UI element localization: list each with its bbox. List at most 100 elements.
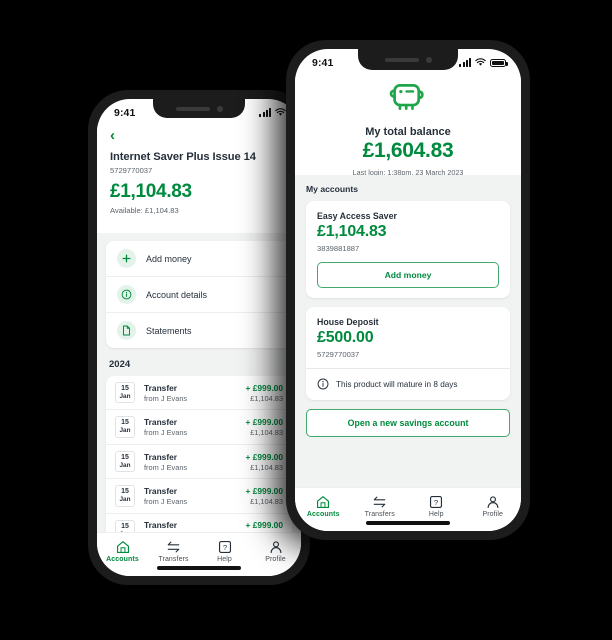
transaction-amounts: + £999.00 £1,104.83 xyxy=(246,417,284,437)
transaction-amount: + £999.00 xyxy=(245,485,284,496)
home-icon xyxy=(116,540,129,553)
total-balance-hero: My total balance £1,604.83 Last login: 1… xyxy=(295,76,521,191)
transaction-amounts: + £999.00 £1,104.83 xyxy=(246,486,284,506)
transaction-month: Jan xyxy=(119,427,131,435)
nav-label: Accounts xyxy=(106,555,139,563)
account-card-house-deposit[interactable]: House Deposit £500.00 5729770037 This pr… xyxy=(306,307,510,400)
transaction-info: Transfer from J Evans xyxy=(135,417,246,437)
chevron-left-icon[interactable]: ‹ xyxy=(110,128,288,143)
status-time: 9:41 xyxy=(312,56,334,69)
add-money-button[interactable]: Add money xyxy=(317,262,499,288)
table-row[interactable]: 15 Jan Transfer from J Evans + £999.00 £… xyxy=(106,376,292,409)
profile-icon xyxy=(270,540,281,553)
back-account-header: ‹ Internet Saver Plus Issue 14 572977003… xyxy=(97,126,301,224)
table-row[interactable]: 15 Jan Transfer from J Evans + £999.00 £… xyxy=(106,512,292,532)
account-actions-list: Add money Account details Statements xyxy=(106,241,292,348)
transaction-day: 15 xyxy=(121,453,129,461)
earpiece-speaker xyxy=(175,106,210,111)
nav-item-profile[interactable]: Profile xyxy=(465,488,522,521)
account-number: 5729770037 xyxy=(110,166,153,175)
action-statements[interactable]: Statements xyxy=(106,312,292,348)
nav-item-transfers[interactable]: Transfers xyxy=(352,488,409,521)
signal-bars-icon xyxy=(259,108,271,117)
transaction-title: Transfer xyxy=(144,520,178,531)
transaction-amount: + £999.00 xyxy=(245,451,284,462)
account-title: Internet Saver Plus Issue 14 xyxy=(110,151,256,163)
table-row[interactable]: 15 Jan Transfer from J Evans + £999.00 £… xyxy=(106,409,292,443)
transaction-subtitle: from J Evans xyxy=(144,428,188,438)
account-balance: £1,104.83 xyxy=(317,223,387,240)
transaction-info: Transfer from J Evans xyxy=(135,383,246,403)
nav-item-profile[interactable]: Profile xyxy=(250,533,301,566)
profile-icon xyxy=(487,495,499,508)
nav-item-help[interactable]: ? Help xyxy=(408,488,465,521)
table-row[interactable]: 15 Jan Transfer from J Evans + £999.00 £… xyxy=(106,443,292,478)
help-icon: ? xyxy=(218,540,231,553)
action-label: Statements xyxy=(146,325,192,336)
nav-label: Help xyxy=(217,555,232,563)
home-indicator xyxy=(157,566,241,570)
transaction-month: Jan xyxy=(119,461,131,469)
action-account-details[interactable]: Account details xyxy=(106,276,292,312)
screenshot-stage: 9:41 ‹ Internet Saver Plus Issue 14 5729… xyxy=(0,0,612,640)
account-balance: £1,104.83 xyxy=(110,181,192,202)
transaction-info: Transfer from J Evans xyxy=(135,486,246,506)
transaction-date: 15 Jan xyxy=(115,416,135,438)
transaction-amounts: + £999.00 £1,104.83 xyxy=(246,383,284,403)
action-add-money[interactable]: Add money xyxy=(106,241,292,276)
signal-bars-icon xyxy=(459,58,471,67)
transactions-list: 15 Jan Transfer from J Evans + £999.00 £… xyxy=(106,376,292,532)
maturity-notice: This product will mature in 8 days xyxy=(306,368,510,390)
account-balance: £500.00 xyxy=(317,329,374,346)
nav-item-accounts[interactable]: Accounts xyxy=(97,533,148,566)
transaction-title: Transfer xyxy=(144,417,178,428)
nav-item-accounts[interactable]: Accounts xyxy=(295,488,352,521)
status-icons xyxy=(459,58,508,67)
account-number: 5729770037 xyxy=(317,350,360,359)
table-row[interactable]: 15 Jan Transfer from J Evans + £999.00 £… xyxy=(106,478,292,512)
nav-label: Profile xyxy=(265,555,286,563)
transaction-date: 15 Jan xyxy=(115,450,135,473)
front-phone-screen: 9:41 My total balance £1,604.83 Last log… xyxy=(295,49,521,531)
account-name: Easy Access Saver xyxy=(317,211,397,221)
nav-item-help[interactable]: ? Help xyxy=(199,533,250,566)
transaction-day: 15 xyxy=(121,522,129,530)
transaction-amount: + £999.00 xyxy=(245,382,284,393)
nav-item-transfers[interactable]: Transfers xyxy=(148,533,199,566)
info-icon xyxy=(317,378,329,390)
transaction-subtitle: from J Evans xyxy=(144,496,188,506)
action-label: Account details xyxy=(146,289,208,300)
svg-text:?: ? xyxy=(222,543,227,552)
back-phone-device: 9:41 ‹ Internet Saver Plus Issue 14 5729… xyxy=(88,90,310,585)
total-balance-label: My total balance xyxy=(365,126,451,138)
transaction-day: 15 xyxy=(121,385,129,392)
plus-icon xyxy=(117,249,136,268)
wifi-icon xyxy=(275,108,286,116)
transaction-info: Transfer from J Evans xyxy=(135,520,246,532)
account-available: Available: £1,104.83 xyxy=(110,206,179,215)
account-name: House Deposit xyxy=(317,317,379,327)
transaction-amounts: + £999.00 £1,104.83 xyxy=(246,452,284,472)
transaction-date: 15 Jan xyxy=(115,485,135,507)
action-label: Add money xyxy=(146,253,192,264)
transaction-subtitle: from J Evans xyxy=(144,393,188,403)
nav-label: Profile xyxy=(482,510,504,518)
account-card-easy-access-saver[interactable]: Easy Access Saver £1,104.83 3839881887 A… xyxy=(306,201,510,298)
transaction-info: Transfer from J Evans xyxy=(135,452,246,472)
info-circle-icon xyxy=(117,285,136,304)
back-phone-screen: 9:41 ‹ Internet Saver Plus Issue 14 5729… xyxy=(97,99,301,576)
front-camera xyxy=(216,105,223,112)
svg-text:?: ? xyxy=(434,498,439,507)
transaction-day: 15 xyxy=(121,419,129,427)
open-new-savings-account-button[interactable]: Open a new savings account xyxy=(306,409,510,437)
transaction-title: Transfer xyxy=(144,382,178,393)
transaction-month: Jan xyxy=(119,393,131,401)
account-number: 3839881887 xyxy=(317,244,360,253)
earpiece-speaker xyxy=(384,57,419,62)
transaction-amount: + £999.00 xyxy=(245,520,284,531)
help-icon: ? xyxy=(430,495,443,508)
status-time: 9:41 xyxy=(114,106,136,119)
transaction-subtitle: from J Evans xyxy=(144,462,188,472)
piggy-bank-icon xyxy=(389,84,424,110)
device-notch xyxy=(153,99,245,118)
